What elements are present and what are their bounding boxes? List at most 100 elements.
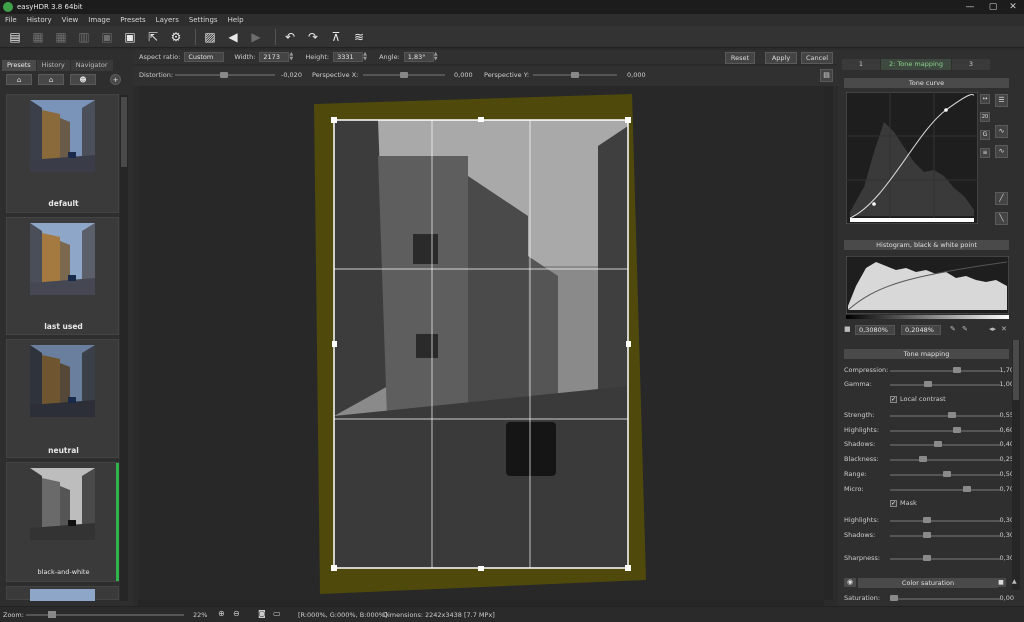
curve-list-icon[interactable]: ≡: [980, 148, 990, 158]
param-slider-knob[interactable]: [890, 595, 898, 601]
param-slider-knob[interactable]: [933, 441, 942, 448]
zoom-out-icon[interactable]: ⊖: [233, 609, 244, 620]
menu-file[interactable]: File: [0, 16, 22, 24]
minimize-button[interactable]: —: [962, 1, 978, 13]
save-disk-icon[interactable]: ▣: [98, 28, 116, 46]
presets-scrollbar[interactable]: [120, 95, 128, 601]
param-slider-knob[interactable]: [943, 470, 952, 477]
menu-view[interactable]: View: [57, 16, 84, 24]
param-slider-knob[interactable]: [953, 426, 962, 433]
crop-perspective-icon[interactable]: ⊼: [327, 28, 345, 46]
checkbox-box[interactable]: ✓: [890, 395, 897, 403]
param-slider-knob[interactable]: [923, 381, 932, 387]
menu-settings[interactable]: Settings: [184, 16, 223, 24]
histogram-graph[interactable]: [846, 256, 1009, 314]
param-slider[interactable]: [890, 370, 1000, 372]
param-slider[interactable]: [890, 598, 1000, 600]
redo-icon[interactable]: ↷: [304, 28, 322, 46]
tab-tone-mapping[interactable]: 2: Tone mapping: [881, 59, 951, 70]
settings-gear-icon[interactable]: ⚙: [167, 28, 185, 46]
param-slider[interactable]: [890, 415, 1000, 417]
height-field[interactable]: 3331: [333, 52, 364, 62]
param-slider[interactable]: [890, 534, 1000, 537]
aspect-ratio-select[interactable]: Custom: [184, 52, 225, 62]
distortion-slider-knob[interactable]: [220, 72, 228, 78]
scrollbar-thumb[interactable]: [1013, 340, 1019, 400]
param-slider-knob[interactable]: [922, 531, 931, 538]
close-button[interactable]: ✕: [1005, 1, 1021, 13]
param-slider-knob[interactable]: [922, 517, 931, 523]
width-field[interactable]: 2173: [259, 52, 290, 62]
tab-navigator[interactable]: Navigator: [70, 60, 113, 71]
menu-help[interactable]: Help: [223, 16, 249, 24]
menu-history[interactable]: History: [22, 16, 57, 24]
preset-card-neutral[interactable]: neutral: [6, 339, 119, 458]
white-picker-icon[interactable]: ✎: [962, 325, 968, 333]
layers-icon[interactable]: ≋: [350, 28, 368, 46]
zoom-slider-knob[interactable]: [48, 611, 56, 618]
curve-menu-icon[interactable]: ☰: [995, 94, 1008, 107]
camera-icon[interactable]: ◙: [258, 609, 269, 620]
curve-option-icon[interactable]: G: [980, 130, 990, 140]
width-spinner-icon[interactable]: ▲ ▼: [289, 52, 295, 62]
apply-button[interactable]: Apply: [765, 52, 797, 64]
image-canvas[interactable]: [138, 86, 824, 600]
cancel-button[interactable]: Cancel: [801, 52, 833, 64]
add-preset-icon[interactable]: +: [110, 74, 121, 85]
local-contrast-checkbox[interactable]: ✓ Local contrast: [890, 395, 946, 403]
white-point-field[interactable]: 0,2048%: [901, 325, 941, 335]
right-panel-scrollbar[interactable]: [1012, 340, 1020, 590]
lock-icon[interactable]: ■: [844, 325, 852, 333]
preset-card-default[interactable]: default: [6, 94, 119, 213]
param-slider[interactable]: [890, 520, 1000, 522]
tab-1[interactable]: 1: [842, 59, 880, 70]
open-brackets-icon[interactable]: ▦: [52, 28, 70, 46]
tab-presets[interactable]: Presets: [2, 60, 36, 71]
checkbox-box[interactable]: ✓: [890, 499, 897, 507]
black-white-gradient[interactable]: [846, 315, 1009, 319]
param-slider-knob[interactable]: [953, 367, 962, 373]
param-slider[interactable]: [890, 429, 1000, 432]
menu-image[interactable]: Image: [83, 16, 115, 24]
curve-invert-icon[interactable]: ╲: [995, 212, 1008, 225]
forward-arrow-icon[interactable]: ▶: [247, 28, 265, 46]
menu-layers[interactable]: Layers: [151, 16, 184, 24]
param-slider[interactable]: [890, 384, 1000, 386]
panel-toggle-icon[interactable]: ▤: [820, 69, 833, 82]
mask-checkbox[interactable]: ✓ Mask: [890, 499, 917, 507]
curve-linear-icon[interactable]: ╱: [995, 192, 1008, 205]
image-preview[interactable]: [138, 86, 824, 600]
batch-icon[interactable]: ▥: [75, 28, 93, 46]
param-slider-knob[interactable]: [922, 555, 931, 561]
angle-spinner-icon[interactable]: ▲ ▼: [434, 52, 440, 62]
tab-history[interactable]: History: [36, 60, 70, 71]
param-slider[interactable]: [890, 558, 1000, 560]
curve-reset-icon[interactable]: ↔: [980, 94, 990, 104]
height-spinner-icon[interactable]: ▲ ▼: [363, 52, 369, 62]
eye-icon[interactable]: ◉: [844, 578, 856, 587]
param-slider-knob[interactable]: [918, 456, 927, 463]
lock-icon[interactable]: ■: [996, 578, 1006, 587]
black-point-field[interactable]: 0,3080%: [855, 325, 895, 335]
reset-points-icon[interactable]: ✕: [1001, 325, 1007, 333]
all-presets-icon[interactable]: ⌂: [6, 74, 32, 85]
menu-presets[interactable]: Presets: [115, 16, 150, 24]
scrollbar-thumb[interactable]: [121, 97, 127, 167]
param-slider[interactable]: [890, 488, 1000, 491]
expand-icon[interactable]: ◂▸: [989, 325, 996, 333]
panel-resize-icon[interactable]: ▲: [1012, 578, 1021, 587]
preset-card-black-and-white[interactable]: black-and-white: [6, 462, 119, 582]
image-view-icon[interactable]: ▨: [201, 28, 219, 46]
curve-smooth-icon[interactable]: ∿: [995, 125, 1008, 138]
param-slider-knob[interactable]: [963, 485, 972, 492]
perspective-x-slider-knob[interactable]: [400, 72, 408, 78]
perspective-y-slider-knob[interactable]: [571, 72, 579, 78]
user-presets-icon[interactable]: ☻: [70, 74, 96, 85]
new-file-icon[interactable]: ▤: [6, 28, 24, 46]
param-slider-knob[interactable]: [948, 412, 957, 418]
zoom-in-icon[interactable]: ⊕: [218, 609, 229, 620]
curve-spline-icon[interactable]: ∿: [995, 145, 1008, 158]
back-arrow-icon[interactable]: ◀: [224, 28, 242, 46]
tone-curve-graph[interactable]: [846, 92, 978, 224]
monitor-icon[interactable]: ▭: [273, 609, 284, 620]
